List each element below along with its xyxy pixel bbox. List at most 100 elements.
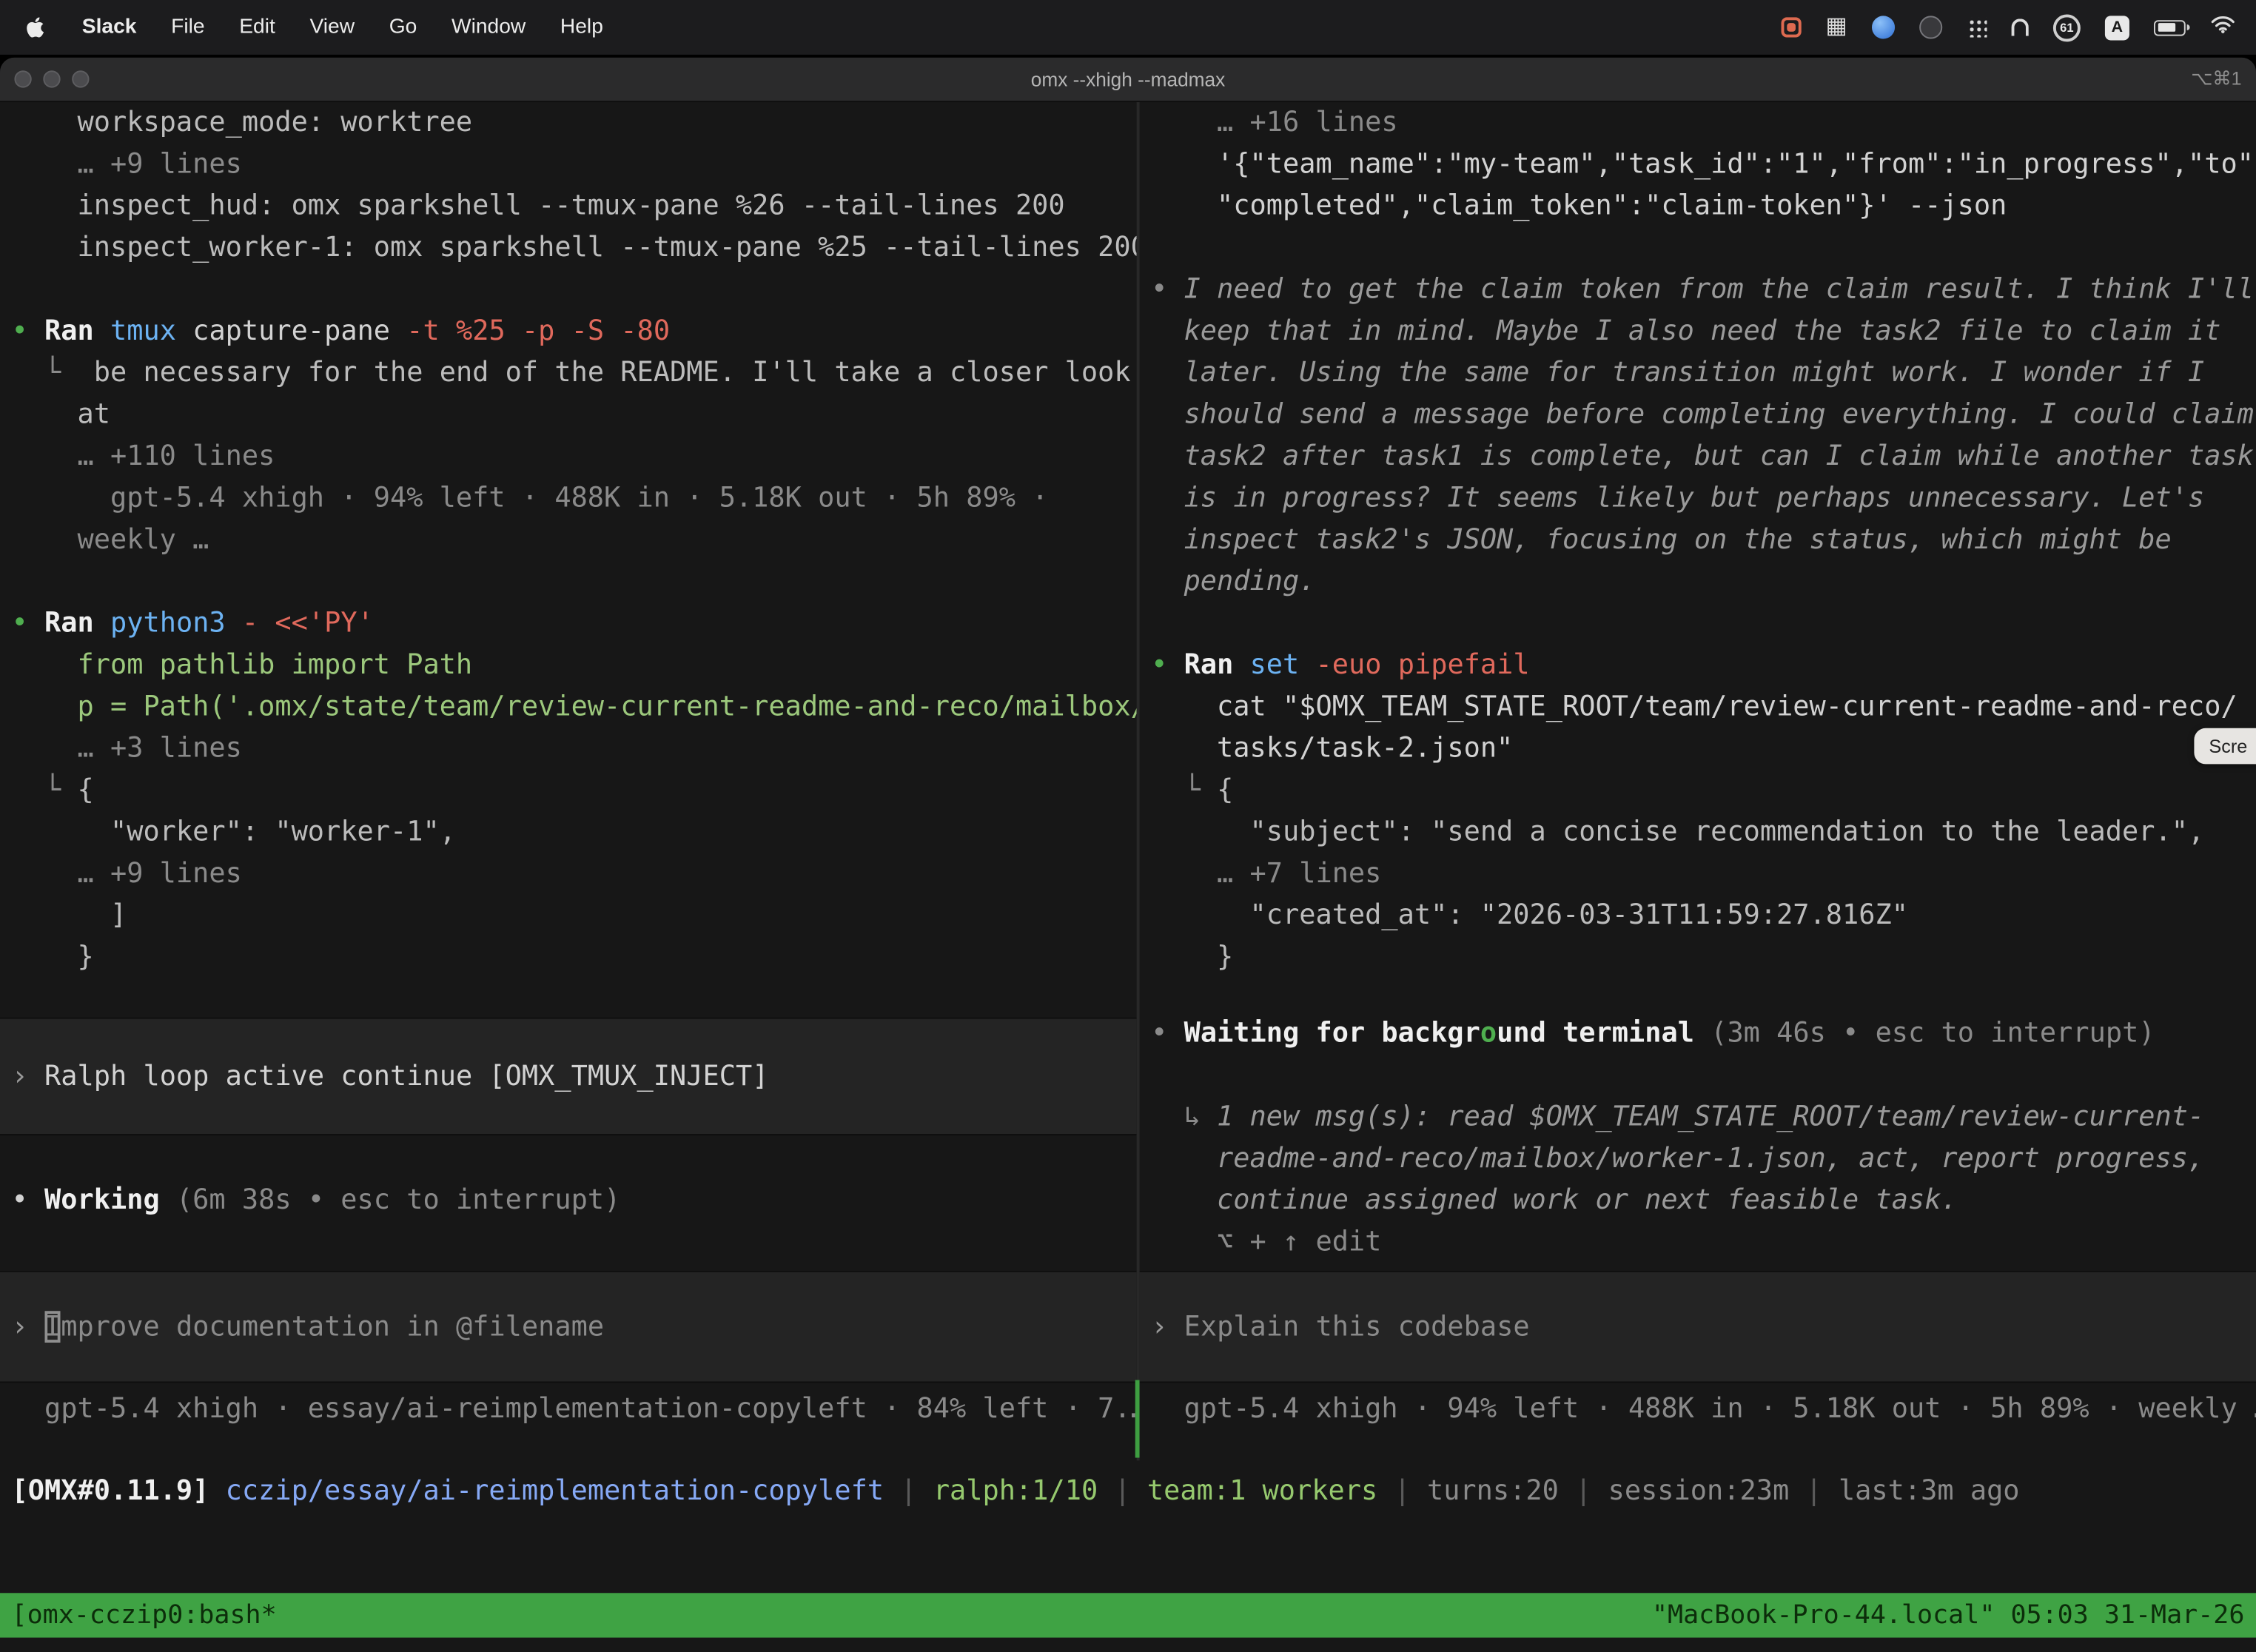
terminal-line: … +9 lines (0, 853, 1137, 895)
terminal-line: pending. (1140, 561, 2256, 602)
zoom-button[interactable] (72, 70, 89, 87)
menu-window[interactable]: Window (434, 16, 543, 38)
terminal-line: … +7 lines (1140, 853, 2256, 895)
apple-menu-icon[interactable] (0, 16, 64, 38)
terminal-line: "completed","claim_token":"claim-token"}… (1140, 186, 2256, 227)
terminal-line (0, 561, 1137, 602)
tmux-panes: workspace_mode: worktree … +9 lines insp… (0, 102, 2256, 1460)
menu-view[interactable]: View (292, 16, 372, 38)
screen-recording-indicator-icon[interactable] (1781, 17, 1801, 37)
terminal-line: keep that in mind. Maybe I also need the… (1140, 311, 2256, 352)
terminal-line: inspect_hud: omx sparkshell --tmux-pane … (0, 186, 1137, 227)
terminal-line: weekly … (0, 520, 1137, 561)
minimize-button[interactable] (43, 70, 60, 87)
pane-border-active-segment (1135, 1380, 1140, 1458)
window-shortcut-hint: ⌥⌘1 (2191, 67, 2241, 90)
terminal-line: [OMX#0.11.9] cczip/essay/ai-reimplementa… (0, 1471, 2256, 1512)
terminal-line: › Improve documentation in @filename (0, 1306, 1137, 1347)
terminal-line: '{"team_name":"my-team","task_id":"1","f… (1140, 144, 2256, 185)
right-log: … +16 lines '{"team_name":"my-team","tas… (1140, 102, 2256, 978)
terminal-line (1140, 227, 2256, 269)
terminal-line: • Working (6m 38s • esc to interrupt) (0, 1180, 1137, 1221)
terminal-line: is in progress? It seems likely but perh… (1140, 477, 2256, 519)
terminal-line: from pathlib import Path (0, 645, 1137, 686)
traffic-lights (14, 58, 89, 101)
terminal-line: cat "$OMX_TEAM_STATE_ROOT/team/review-cu… (1140, 686, 2256, 728)
tmux-status-bar: [omx-cczip0:bash* "MacBook-Pro-44.local"… (0, 1593, 2256, 1637)
close-button[interactable] (14, 70, 31, 87)
terminal-content: workspace_mode: worktree … +9 lines insp… (0, 102, 2256, 1652)
tmux-host-clock: "MacBook-Pro-44.local" 05:03 31-Mar-26 (1652, 1600, 2245, 1631)
terminal-line: ] (0, 895, 1137, 936)
menu-app-name[interactable]: Slack (64, 16, 153, 38)
dark-app-icon[interactable] (1919, 16, 1942, 38)
terminal-line: gpt-5.4 xhigh · 94% left · 488K in · 5.1… (1140, 1389, 2256, 1430)
waiting-status: • Waiting for background terminal (3m 46… (1140, 1013, 2256, 1055)
working-status: • Working (6m 38s • esc to interrupt) (0, 1180, 1137, 1221)
omx-status-line: [OMX#0.11.9] cczip/essay/ai-reimplementa… (0, 1471, 2256, 1512)
prompt-input-right[interactable]: › Explain this codebase (1140, 1271, 2256, 1383)
menu-help[interactable]: Help (543, 16, 621, 38)
menu-file[interactable]: File (154, 16, 222, 38)
wifi-icon[interactable] (2210, 14, 2236, 40)
terminal-line: └ { (0, 770, 1137, 811)
terminal-line: • Ran tmux capture-pane -t %25 -p -S -80 (0, 311, 1137, 352)
menu-go[interactable]: Go (372, 16, 434, 38)
terminal-line: readme-and-reco/mailbox/worker-1.json, a… (1140, 1138, 2256, 1180)
battery-icon[interactable] (2154, 19, 2186, 35)
terminal-line: inspect task2's JSON, focusing on the st… (1140, 520, 2256, 561)
terminal-line: gpt-5.4 xhigh · 94% left · 488K in · 5.1… (0, 477, 1137, 519)
terminal-line (0, 269, 1137, 311)
tmux-pane-left[interactable]: workspace_mode: worktree … +9 lines insp… (0, 102, 1137, 1460)
terminal-line: … +9 lines (0, 144, 1137, 185)
prompt-input-left[interactable]: › Improve documentation in @filename (0, 1271, 1137, 1383)
terminal-line: } (1140, 937, 2256, 978)
terminal-line: • Ran python3 - <<'PY' (0, 603, 1137, 645)
menu-edit[interactable]: Edit (222, 16, 292, 38)
terminal-line: › Explain this codebase (1140, 1306, 2256, 1347)
terminal-line: p = Path('.omx/state/team/review-current… (0, 686, 1137, 728)
terminal-line: gpt-5.4 xhigh · essay/ai-reimplementatio… (0, 1389, 1137, 1430)
terminal-line: › Ralph loop active continue [OMX_TMUX_I… (0, 1055, 1137, 1097)
terminal-line: ↳ 1 new msg(s): read $OMX_TEAM_STATE_ROO… (1140, 1097, 2256, 1138)
terminal-line (1140, 603, 2256, 645)
terminal-line: • I need to get the claim token from the… (1140, 269, 2256, 311)
terminal-line: inspect_worker-1: omx sparkshell --tmux-… (0, 227, 1137, 269)
input-source-icon[interactable]: A (2105, 15, 2129, 39)
terminal-line: … +16 lines (1140, 102, 2256, 144)
terminal-line: … +110 lines (0, 436, 1137, 477)
ralph-inject-bar[interactable]: › Ralph loop active continue [OMX_TMUX_I… (0, 1018, 1137, 1135)
terminal-line: "created_at": "2026-03-31T11:59:27.816Z" (1140, 895, 2256, 936)
terminal-line: ⌥ + ↑ edit (1140, 1222, 2256, 1263)
dots-grid-icon[interactable] (1967, 17, 1987, 37)
left-model-statusline: gpt-5.4 xhigh · essay/ai-reimplementatio… (0, 1389, 1137, 1430)
grid-app-icon[interactable] (1826, 16, 1847, 38)
desktop: Slack File Edit View Go Window Help 61 A (0, 0, 2256, 1652)
terminal-line: "subject": "send a concise recommendatio… (1140, 812, 2256, 853)
menu-bar-left: Slack File Edit View Go Window Help (0, 0, 620, 55)
terminal-line: continue assigned work or next feasible … (1140, 1180, 2256, 1221)
tmux-session-label: [omx-cczip0:bash* (12, 1600, 277, 1631)
window-titlebar[interactable]: omx --xhigh --madmax ⌥⌘1 (0, 58, 2256, 102)
terminal-line: } (0, 937, 1137, 978)
terminal-line: at (0, 394, 1137, 436)
battery-level (2158, 23, 2175, 32)
terminal-line: should send a message before completing … (1140, 394, 2256, 436)
terminal-line: └ { (1140, 770, 2256, 811)
terminal-line: task2 after task1 is complete, but can I… (1140, 436, 2256, 477)
terminal-line: • Ran set -euo pipefail (1140, 645, 2256, 686)
ghost-app-icon[interactable] (2012, 19, 2029, 36)
screen-notification[interactable]: Scre (2195, 728, 2256, 765)
terminal-line: tasks/task-2.json" (1140, 728, 2256, 770)
window-title: omx --xhigh --madmax (1031, 68, 1225, 90)
blue-app-icon[interactable] (1872, 16, 1895, 38)
battery-percent-badge[interactable]: 61 (2053, 13, 2081, 41)
terminal-line: … +3 lines (0, 728, 1137, 770)
menu-bar-status-icons: 61 A (1781, 0, 2256, 55)
tmux-pane-right[interactable]: … +16 lines '{"team_name":"my-team","tas… (1137, 102, 2256, 1460)
terminal-window: omx --xhigh --madmax ⌥⌘1 workspace_mode:… (0, 58, 2256, 1652)
menu-bar: Slack File Edit View Go Window Help 61 A (0, 0, 2256, 55)
terminal-line: • Waiting for background terminal (3m 46… (1140, 1013, 2256, 1055)
terminal-line: later. Using the same for transition mig… (1140, 352, 2256, 394)
mailbox-message-note: ↳ 1 new msg(s): read $OMX_TEAM_STATE_ROO… (1140, 1097, 2256, 1264)
